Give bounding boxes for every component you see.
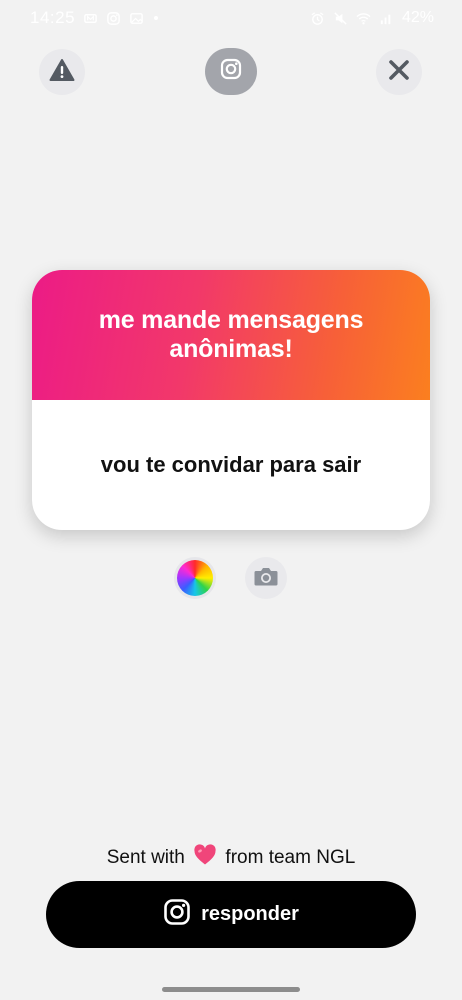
footer-prefix: Sent with (106, 847, 185, 868)
status-right: 42% (310, 9, 434, 27)
reply-label: responder (201, 903, 299, 925)
camera-icon (253, 565, 279, 592)
card-title: me mande mensagens anônimas! (98, 305, 364, 363)
home-indicator[interactable] (162, 987, 300, 992)
close-icon (388, 59, 410, 86)
card-header: me mande mensagens anônimas! (32, 270, 430, 400)
gallery-icon (129, 11, 144, 26)
status-bar: 14:25 42% (0, 0, 462, 36)
sent-with-footer: Sent with from team NGL (0, 844, 462, 872)
alarm-badge-icon (83, 11, 98, 26)
color-picker-button[interactable] (174, 557, 216, 599)
footer-suffix: from team NGL (225, 847, 356, 868)
signal-icon (379, 11, 394, 26)
instagram-icon (163, 898, 191, 931)
report-button[interactable] (39, 49, 85, 95)
close-button[interactable] (376, 49, 422, 95)
message-text: vou te convidar para sair (100, 452, 362, 477)
status-time: 14:25 (30, 8, 76, 27)
instagram-icon (220, 58, 242, 85)
heart-icon (193, 844, 217, 872)
status-left: 14:25 (30, 8, 160, 28)
battery-level: 42% (401, 9, 434, 26)
reply-button[interactable]: responder (46, 881, 416, 948)
instagram-icon (106, 11, 121, 26)
wifi-icon (356, 11, 371, 26)
color-wheel-icon (177, 560, 213, 596)
mute-icon (333, 11, 348, 26)
camera-button[interactable] (245, 557, 287, 599)
card-body: vou te convidar para sair (32, 400, 430, 530)
message-card: me mande mensagens anônimas! vou te conv… (32, 270, 430, 530)
alarm-icon (310, 11, 325, 26)
warning-icon (49, 58, 75, 87)
dot-icon (152, 14, 160, 22)
share-instagram-button[interactable] (205, 48, 257, 95)
